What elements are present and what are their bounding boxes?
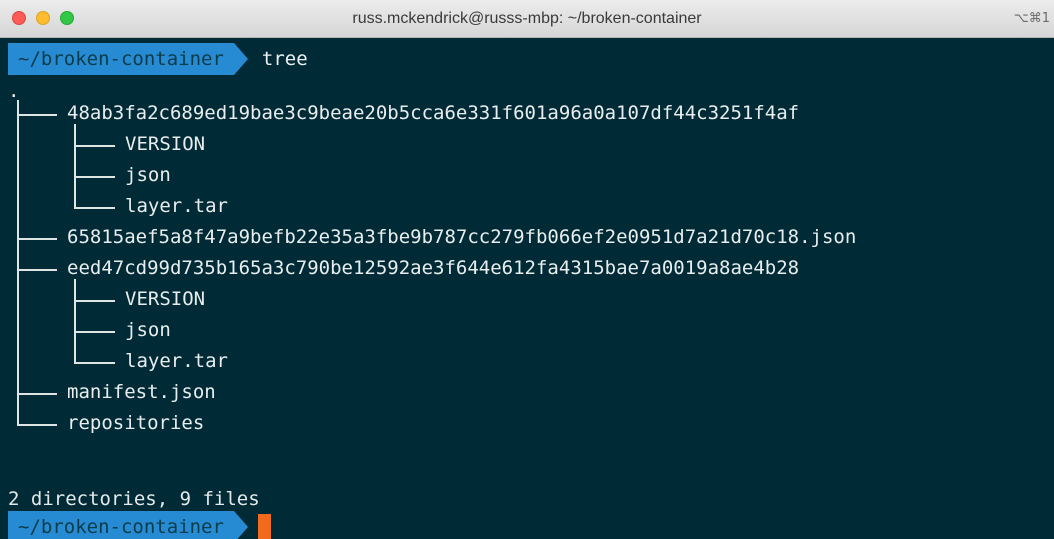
tree-file: json <box>125 319 171 341</box>
title-bar[interactable]: russ.mckendrick@russs-mbp: ~/broken-cont… <box>0 0 1054 38</box>
text-cursor <box>257 514 271 539</box>
prompt-line-current: ~/broken-container <box>8 511 271 539</box>
tree-branch <box>74 330 115 333</box>
tree-connector <box>17 100 19 426</box>
tree-connector <box>74 278 76 364</box>
tree-connector <box>74 123 76 209</box>
tree-branch <box>74 361 115 364</box>
terminal-window: russ.mckendrick@russs-mbp: ~/broken-cont… <box>0 0 1054 539</box>
tree-entry: repositories <box>67 412 205 434</box>
terminal-content[interactable]: ~/broken-container tree . 48ab3fa2c689ed1… <box>0 38 1054 539</box>
tree-entry: 48ab3fa2c689ed19bae3c9beae20b5cca6e331f6… <box>67 102 800 124</box>
tree-entry: eed47cd99d735b165a3c790be12592ae3f644e61… <box>67 257 800 279</box>
tree-output: . 48ab3fa2c689ed19bae3c9beae20b5cca6e331f… <box>0 38 1054 539</box>
tree-branch <box>17 237 57 240</box>
tree-entry: manifest.json <box>67 381 216 403</box>
tree-branch <box>17 113 57 116</box>
tree-file: layer.tar <box>125 195 228 217</box>
tree-branch <box>17 423 57 426</box>
tree-file: layer.tar <box>125 350 228 372</box>
prompt-path-current: ~/broken-container <box>8 511 234 539</box>
tree-branch <box>17 268 57 271</box>
tree-branch <box>74 175 115 178</box>
tree-branch <box>74 299 115 302</box>
tree-file: VERSION <box>125 133 206 155</box>
tree-file: json <box>125 164 171 186</box>
tree-file: VERSION <box>125 288 206 310</box>
tree-branch <box>74 206 115 209</box>
tree-branch <box>17 392 57 395</box>
tree-branch <box>74 144 115 147</box>
window-shortcut: ⌥⌘1 <box>1013 11 1050 26</box>
window-title: russ.mckendrick@russs-mbp: ~/broken-cont… <box>352 10 702 27</box>
tree-entry: 65815aef5a8f47a9befb22e35a3fbe9b787cc279… <box>67 226 857 248</box>
prompt-arrow-icon-current <box>233 511 248 539</box>
